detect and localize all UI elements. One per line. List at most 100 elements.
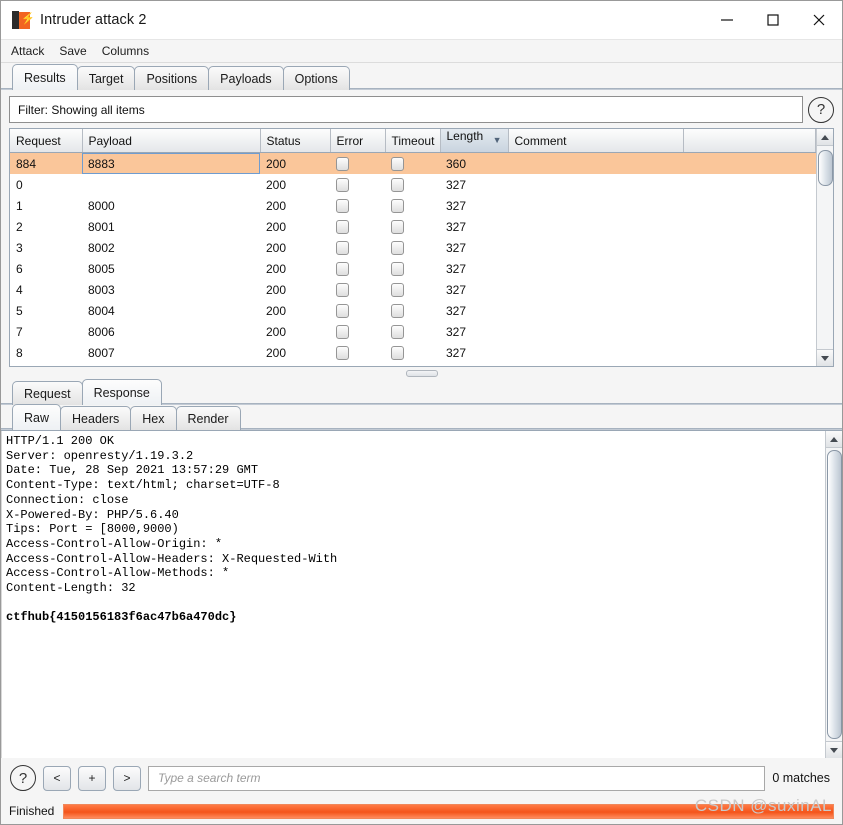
checkbox-icon[interactable]	[336, 156, 349, 171]
checkbox-icon[interactable]	[391, 219, 404, 234]
checkbox-icon[interactable]	[391, 324, 404, 339]
checkbox-icon[interactable]	[391, 282, 404, 297]
tab-results[interactable]: Results	[12, 64, 78, 90]
cell-error[interactable]	[330, 279, 385, 300]
panel-splitter[interactable]	[1, 367, 842, 379]
column-header-payload[interactable]: Payload	[82, 129, 261, 153]
tab-options[interactable]: Options	[282, 66, 350, 90]
search-next-button[interactable]: >	[113, 765, 141, 791]
checkbox-icon[interactable]	[391, 303, 404, 318]
cell-error[interactable]	[330, 300, 385, 321]
scroll-up-icon[interactable]	[826, 431, 842, 448]
tab-headers[interactable]: Headers	[60, 406, 132, 430]
cell-comment	[508, 152, 683, 174]
minimize-icon[interactable]	[704, 1, 750, 39]
cell-error[interactable]	[330, 216, 385, 237]
table-row[interactable]: 6 8005 200 327	[10, 258, 816, 279]
tab-positions[interactable]: Positions	[134, 66, 210, 90]
scroll-up-icon[interactable]	[817, 129, 833, 146]
results-table-scrollbar[interactable]	[816, 129, 833, 366]
response-scroll-track[interactable]	[826, 448, 842, 741]
results-table-body: 884 8883 200 360 0 200 327 1 8000 200 327 2 8001 200 3…	[10, 152, 816, 364]
column-header-status[interactable]: Status	[260, 129, 331, 153]
cell-error[interactable]	[330, 174, 385, 195]
table-row[interactable]: 4 8003 200 327	[10, 279, 816, 300]
search-add-button[interactable]: +	[78, 765, 106, 791]
table-row[interactable]: 7 8006 200 327	[10, 321, 816, 342]
scroll-down-icon[interactable]	[817, 349, 833, 366]
cell-timeout[interactable]	[385, 152, 440, 174]
cell-error[interactable]	[330, 237, 385, 258]
filter-bar[interactable]: Filter: Showing all items	[9, 96, 803, 123]
tab-response[interactable]: Response	[81, 379, 162, 405]
checkbox-icon[interactable]	[336, 303, 349, 318]
cell-error[interactable]	[330, 321, 385, 342]
splitter-grip[interactable]	[405, 369, 438, 377]
cell-timeout[interactable]	[385, 195, 440, 216]
cell-timeout[interactable]	[385, 174, 440, 195]
column-header-request[interactable]: Request	[10, 129, 83, 153]
cell-timeout[interactable]	[385, 279, 440, 300]
checkbox-icon[interactable]	[336, 240, 349, 255]
cell-status: 200	[266, 303, 287, 318]
scroll-down-icon[interactable]	[826, 741, 842, 758]
cell-request: 2	[16, 219, 23, 234]
cell-error[interactable]	[330, 152, 385, 174]
table-row[interactable]: 5 8004 200 327	[10, 300, 816, 321]
response-scrollbar[interactable]	[825, 431, 842, 758]
checkbox-icon[interactable]	[336, 324, 349, 339]
results-scroll-track[interactable]	[817, 146, 833, 349]
checkbox-icon[interactable]	[391, 240, 404, 255]
results-table: Request Payload Status Error Timeout ▼ L…	[10, 129, 816, 363]
cell-timeout[interactable]	[385, 258, 440, 279]
question-mark-icon[interactable]: ?	[10, 765, 36, 791]
attack-progress-fill	[64, 804, 833, 818]
table-row[interactable]: 8 8007 200 327	[10, 342, 816, 363]
checkbox-icon[interactable]	[336, 177, 349, 192]
cell-timeout[interactable]	[385, 321, 440, 342]
tab-raw[interactable]: Raw	[12, 404, 62, 430]
menu-item-save[interactable]: Save	[59, 44, 86, 58]
cell-error[interactable]	[330, 258, 385, 279]
cell-timeout[interactable]	[385, 342, 440, 363]
cell-timeout[interactable]	[385, 216, 440, 237]
response-raw-text[interactable]: HTTP/1.1 200 OK Server: openresty/1.19.3…	[1, 431, 825, 758]
menu-item-columns[interactable]: Columns	[102, 44, 149, 58]
table-row[interactable]: 884 8883 200 360	[10, 152, 816, 174]
checkbox-icon[interactable]	[336, 261, 349, 276]
checkbox-icon[interactable]	[336, 282, 349, 297]
column-header-error[interactable]: Error	[330, 129, 386, 153]
column-header-timeout[interactable]: Timeout	[385, 129, 441, 153]
table-row[interactable]: 1 8000 200 327	[10, 195, 816, 216]
column-header-length[interactable]: ▼ Length	[440, 129, 509, 153]
tab-request[interactable]: Request	[12, 381, 83, 405]
tab-hex[interactable]: Hex	[130, 406, 177, 430]
tab-payloads[interactable]: Payloads	[208, 66, 284, 90]
checkbox-icon[interactable]	[336, 198, 349, 213]
question-mark-icon[interactable]: ?	[808, 96, 834, 123]
response-scroll-thumb[interactable]	[827, 450, 842, 739]
checkbox-icon[interactable]	[391, 345, 404, 360]
cell-timeout[interactable]	[385, 237, 440, 258]
search-input[interactable]: Type a search term	[148, 765, 766, 791]
maximize-icon[interactable]	[750, 1, 796, 39]
checkbox-icon[interactable]	[391, 177, 404, 192]
table-row[interactable]: 2 8001 200 327	[10, 216, 816, 237]
checkbox-icon[interactable]	[391, 261, 404, 276]
checkbox-icon[interactable]	[391, 156, 404, 171]
tab-target[interactable]: Target	[76, 66, 136, 90]
table-row[interactable]: 0 200 327	[10, 174, 816, 195]
cell-error[interactable]	[330, 342, 385, 363]
checkbox-icon[interactable]	[336, 219, 349, 234]
results-scroll-thumb[interactable]	[818, 150, 833, 186]
table-row[interactable]: 3 8002 200 327	[10, 237, 816, 258]
search-prev-button[interactable]: <	[43, 765, 71, 791]
column-header-comment[interactable]: Comment	[508, 129, 684, 153]
close-icon[interactable]	[796, 1, 842, 39]
checkbox-icon[interactable]	[391, 198, 404, 213]
tab-render[interactable]: Render	[175, 406, 241, 430]
menu-item-attack[interactable]: Attack	[11, 44, 44, 58]
cell-timeout[interactable]	[385, 300, 440, 321]
cell-error[interactable]	[330, 195, 385, 216]
checkbox-icon[interactable]	[336, 345, 349, 360]
